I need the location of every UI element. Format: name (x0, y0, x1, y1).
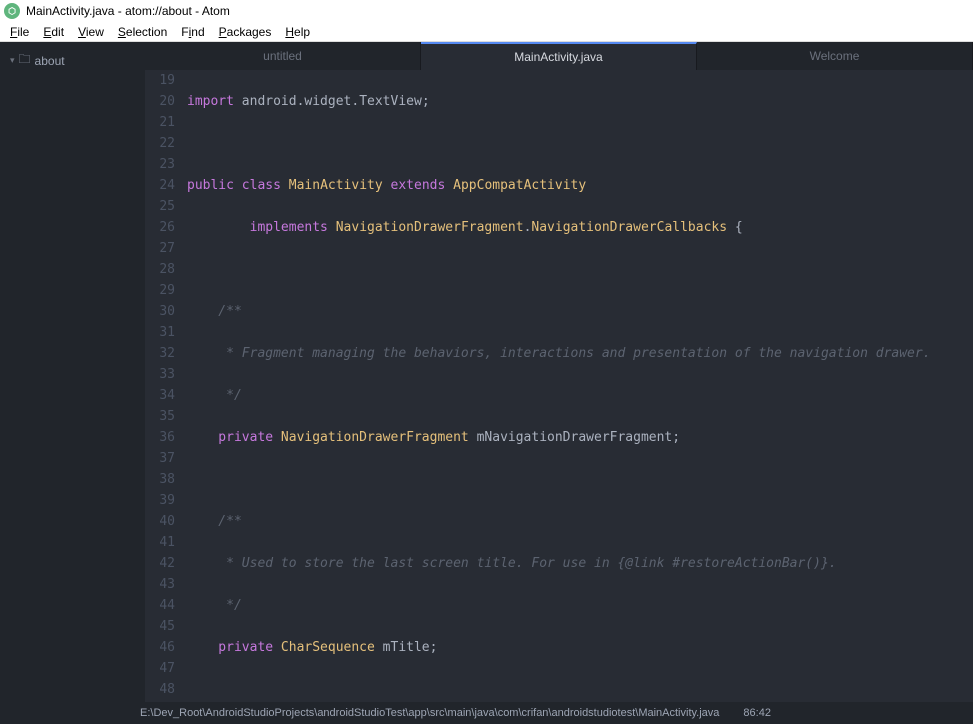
line-number: 44 (145, 595, 175, 616)
code-line[interactable] (187, 133, 973, 154)
line-number: 46 (145, 637, 175, 658)
line-number: 40 (145, 511, 175, 532)
tab-untitled[interactable]: untitled (145, 42, 421, 70)
line-number: 22 (145, 133, 175, 154)
line-number: 29 (145, 280, 175, 301)
menu-bar: File Edit View Selection Find Packages H… (0, 22, 973, 42)
code-line[interactable] (187, 679, 973, 700)
tab-label: MainActivity.java (514, 50, 602, 64)
menu-view[interactable]: View (74, 25, 108, 39)
menu-help[interactable]: Help (281, 25, 314, 39)
line-number: 32 (145, 343, 175, 364)
folder-icon: 🗀 (19, 50, 31, 71)
line-number: 24 (145, 175, 175, 196)
code-line[interactable]: */ (187, 385, 973, 406)
menu-find[interactable]: Find (177, 25, 208, 39)
line-number: 37 (145, 448, 175, 469)
status-cursor-position[interactable]: 86:42 (743, 707, 771, 719)
line-number: 30 (145, 301, 175, 322)
line-number: 20 (145, 91, 175, 112)
code-line[interactable]: * Fragment managing the behaviors, inter… (187, 343, 973, 364)
line-number: 41 (145, 532, 175, 553)
line-number: 19 (145, 70, 175, 91)
code-line[interactable] (187, 259, 973, 280)
menu-selection[interactable]: Selection (114, 25, 171, 39)
line-number: 21 (145, 112, 175, 133)
line-number: 31 (145, 322, 175, 343)
code-line[interactable] (187, 469, 973, 490)
line-number: 38 (145, 469, 175, 490)
line-number: 28 (145, 259, 175, 280)
code-line[interactable]: private NavigationDrawerFragment mNaviga… (187, 427, 973, 448)
code-line[interactable]: */ (187, 595, 973, 616)
line-number: 34 (145, 385, 175, 406)
code-line[interactable]: import android.widget.TextView; (187, 91, 973, 112)
window-title: MainActivity.java - atom://about - Atom (26, 4, 230, 18)
menu-file[interactable]: File (6, 25, 33, 39)
line-number: 25 (145, 196, 175, 217)
tab-label: untitled (263, 49, 302, 63)
tab-bar: untitled MainActivity.java Welcome (145, 42, 973, 70)
line-number: 45 (145, 616, 175, 637)
line-number: 36 (145, 427, 175, 448)
chevron-down-icon: ▾ (10, 55, 15, 66)
tab-mainactivity[interactable]: MainActivity.java (421, 42, 697, 70)
line-number: 33 (145, 364, 175, 385)
workspace: ▾ 🗀 about untitled MainActivity.java Wel… (0, 42, 973, 702)
tab-welcome[interactable]: Welcome (697, 42, 973, 70)
status-bar: E:\Dev_Root\AndroidStudioProjects\androi… (0, 702, 973, 724)
tree-view[interactable]: ▾ 🗀 about (0, 42, 145, 702)
menu-packages[interactable]: Packages (215, 25, 276, 39)
title-bar: ⬡ MainActivity.java - atom://about - Ato… (0, 0, 973, 22)
code-line[interactable]: public class MainActivity extends AppCom… (187, 175, 973, 196)
gutter: 19 20 21 22 23 24 25 26 27 28 29 30 31 3… (145, 70, 187, 702)
tree-root-item[interactable]: ▾ 🗀 about (4, 48, 141, 73)
line-number: 42 (145, 553, 175, 574)
line-number: 35 (145, 406, 175, 427)
menu-edit[interactable]: Edit (39, 25, 68, 39)
line-number: 27 (145, 238, 175, 259)
code-lines[interactable]: import android.widget.TextView; public c… (187, 70, 973, 702)
line-number: 47 (145, 658, 175, 679)
status-path[interactable]: E:\Dev_Root\AndroidStudioProjects\androi… (140, 707, 719, 719)
code-line[interactable]: implements NavigationDrawerFragment.Navi… (187, 217, 973, 238)
code-line[interactable]: * Used to store the last screen title. F… (187, 553, 973, 574)
code-line[interactable]: /** (187, 301, 973, 322)
tree-root-label: about (35, 54, 65, 68)
tab-label: Welcome (810, 49, 860, 63)
line-number: 39 (145, 490, 175, 511)
atom-icon: ⬡ (4, 3, 20, 19)
line-number: 26 (145, 217, 175, 238)
code-line[interactable]: /** (187, 511, 973, 532)
editor-pane: untitled MainActivity.java Welcome 19 20… (145, 42, 973, 702)
line-number: 23 (145, 154, 175, 175)
code-area[interactable]: 19 20 21 22 23 24 25 26 27 28 29 30 31 3… (145, 70, 973, 702)
line-number: 43 (145, 574, 175, 595)
line-number: 48 (145, 679, 175, 700)
code-line[interactable]: private CharSequence mTitle; (187, 637, 973, 658)
